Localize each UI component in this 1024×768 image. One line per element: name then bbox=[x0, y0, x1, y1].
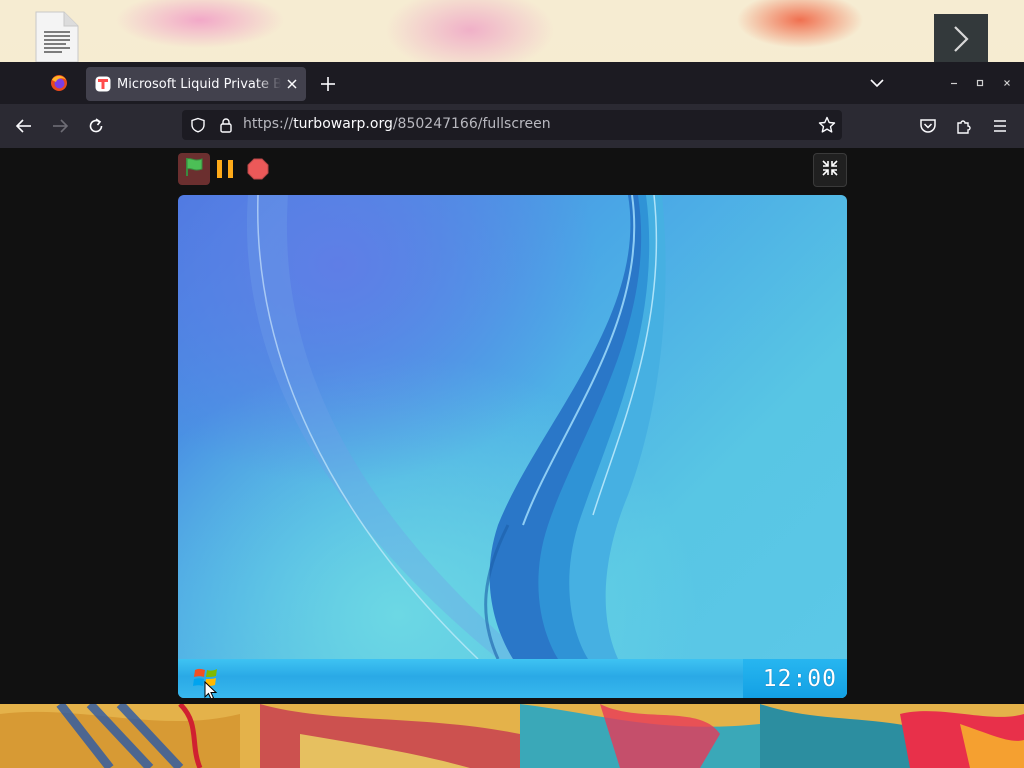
lock-icon[interactable] bbox=[218, 117, 234, 133]
firefox-icon[interactable] bbox=[50, 74, 68, 92]
minimize-icon[interactable] bbox=[946, 75, 962, 91]
text-file-icon[interactable] bbox=[34, 10, 80, 64]
tab-bar: Microsoft Liquid Private Beta bbox=[0, 62, 1024, 104]
taskbar: 12:00 bbox=[178, 659, 847, 698]
chevron-right-icon[interactable] bbox=[934, 14, 988, 64]
mouse-cursor-icon bbox=[204, 680, 218, 698]
browser-window: Microsoft Liquid Private Beta bbox=[0, 62, 1024, 704]
arrow-right-icon[interactable] bbox=[50, 116, 70, 136]
star-icon[interactable] bbox=[818, 116, 836, 134]
plus-icon[interactable] bbox=[318, 74, 338, 94]
puzzle-icon[interactable] bbox=[954, 116, 974, 136]
tab-title: Microsoft Liquid Private Beta bbox=[117, 76, 281, 92]
address-bar[interactable]: https://turbowarp.org/850247166/fullscre… bbox=[182, 110, 842, 140]
chevron-down-icon[interactable] bbox=[868, 75, 886, 91]
wallpaper-art-bottom bbox=[0, 700, 1024, 768]
green-flag-icon bbox=[183, 156, 205, 182]
taskbar-clock[interactable]: 12:00 bbox=[763, 666, 837, 692]
exit-fullscreen-icon bbox=[820, 158, 840, 182]
system-tray: 12:00 bbox=[743, 659, 847, 698]
stop-button[interactable] bbox=[246, 158, 270, 180]
close-icon[interactable] bbox=[284, 76, 300, 92]
reload-icon[interactable] bbox=[86, 116, 106, 136]
exit-fullscreen-button[interactable] bbox=[813, 153, 847, 187]
window-close-icon[interactable] bbox=[999, 75, 1015, 91]
page-content: 12:00 bbox=[0, 148, 1024, 704]
liquid-wallpaper bbox=[246, 195, 666, 660]
url-domain: turbowarp.org bbox=[293, 116, 393, 132]
url-prefix: https:// bbox=[243, 116, 294, 132]
shield-icon[interactable] bbox=[190, 117, 206, 133]
project-stage[interactable]: 12:00 bbox=[178, 195, 847, 698]
pocket-icon[interactable] bbox=[918, 116, 938, 136]
restore-icon[interactable] bbox=[972, 75, 988, 91]
url-text[interactable]: https://turbowarp.org/850247166/fullscre… bbox=[243, 116, 551, 132]
green-flag-button[interactable] bbox=[178, 153, 210, 185]
active-tab[interactable]: Microsoft Liquid Private Beta bbox=[86, 67, 306, 101]
pause-button[interactable] bbox=[214, 158, 238, 180]
arrow-left-icon[interactable] bbox=[14, 116, 34, 136]
pause-icon bbox=[214, 160, 238, 184]
url-path: /850247166/fullscreen bbox=[392, 116, 551, 132]
navigation-toolbar: https://turbowarp.org/850247166/fullscre… bbox=[0, 104, 1024, 148]
turbowarp-favicon-icon bbox=[95, 76, 111, 92]
hamburger-icon[interactable] bbox=[990, 116, 1010, 136]
stop-icon bbox=[246, 158, 270, 184]
